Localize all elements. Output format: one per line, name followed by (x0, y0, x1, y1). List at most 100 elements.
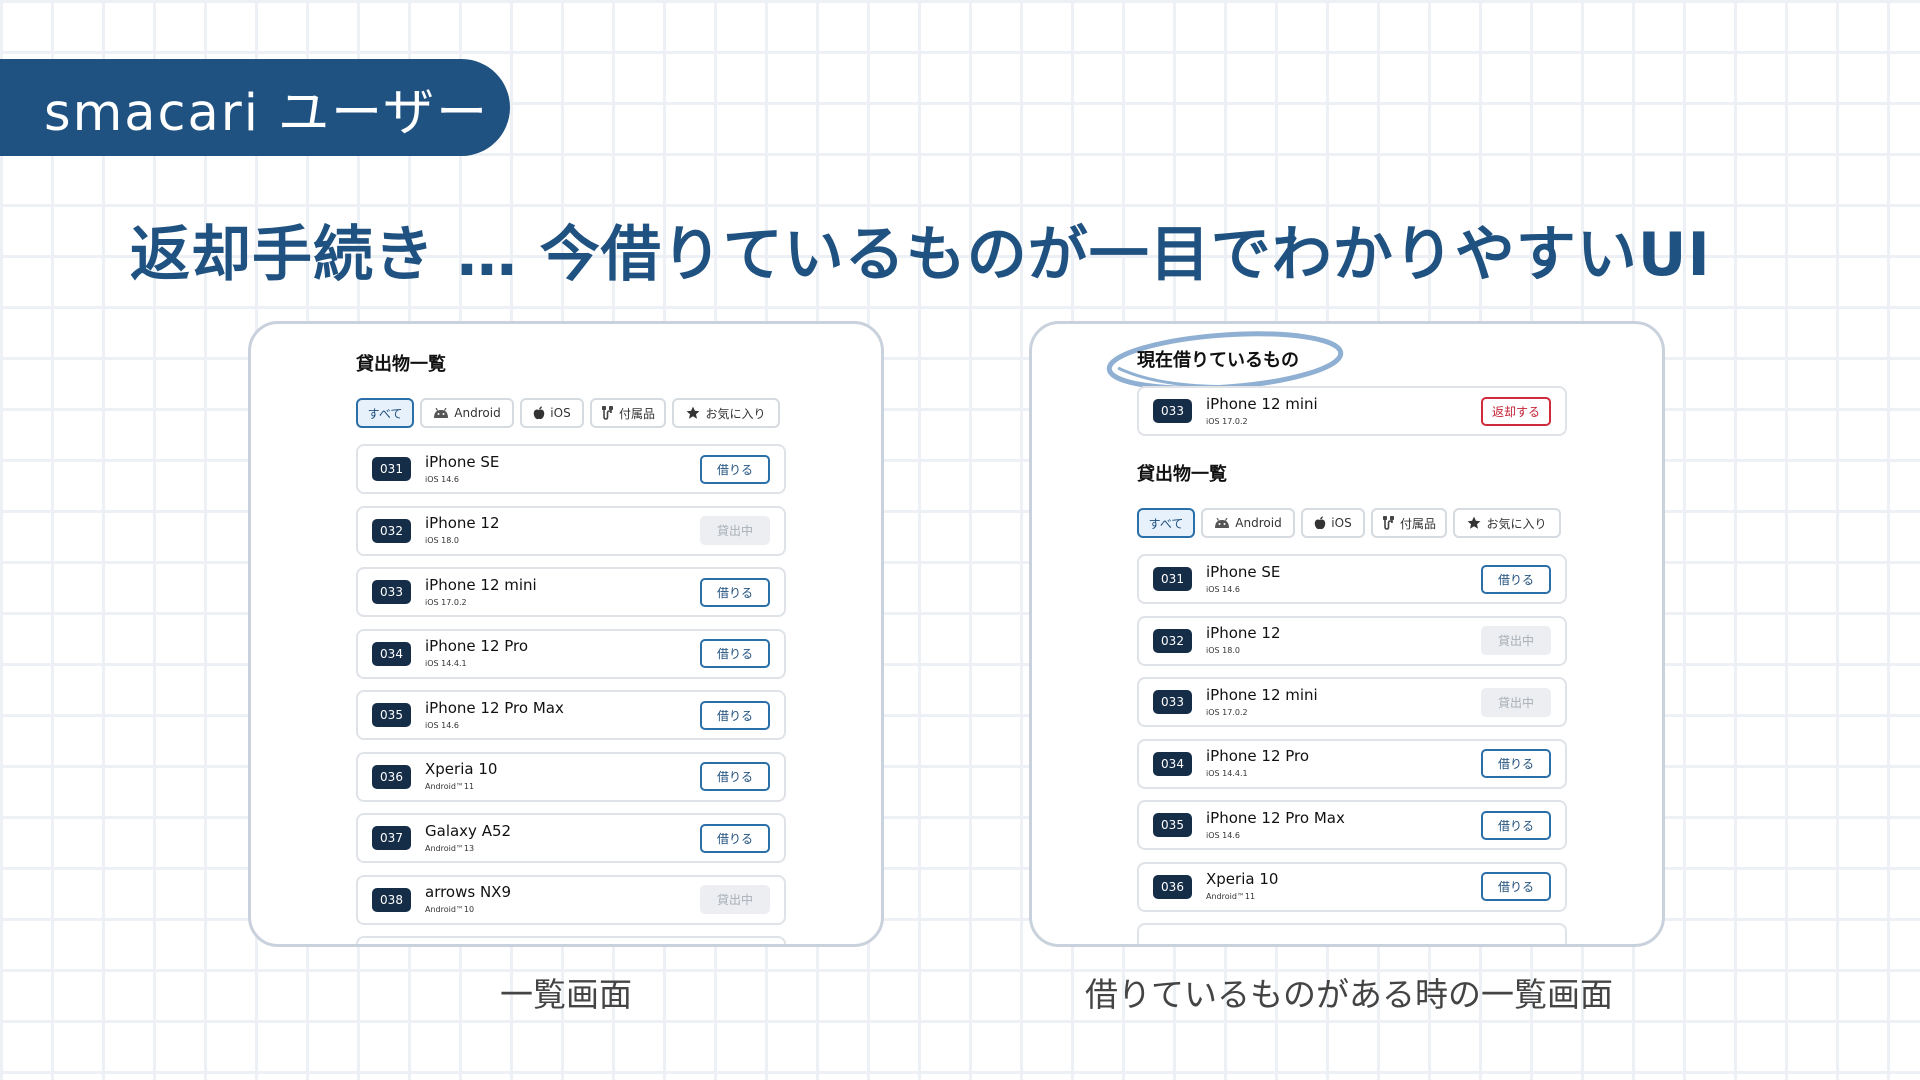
device-os: iOS 14.4.1 (425, 659, 467, 668)
device-name: iPhone SE (1206, 562, 1281, 581)
device-os: iOS 17.0.2 (1206, 707, 1248, 717)
filter-bar: すべて Android iOS 付属品 お気に入り (356, 398, 786, 428)
filter-chip[interactable]: Android (1201, 508, 1295, 538)
device-number-badge: 032 (1153, 628, 1192, 653)
filter-chip[interactable]: 付属品 (1371, 508, 1447, 538)
device-os: Android™10 (425, 905, 475, 914)
device-name: iPhone 12 Pro Max (425, 698, 564, 717)
slide-headline: 返却手続き … 今借りているものが一目でわかりやすいUI (130, 220, 1711, 290)
filter-chip-label: すべて (1148, 516, 1184, 531)
device-os: iOS 14.6 (425, 720, 459, 730)
device-info: iPhone 12 iOS 18.0 (1206, 624, 1481, 657)
borrow-button[interactable]: 借りる (700, 762, 770, 791)
device-info: iPhone 12 mini iOS 17.0.2 (425, 576, 700, 609)
filter-chip[interactable]: iOS (520, 398, 584, 428)
device-info: iPhone SE iOS 14.6 (1206, 563, 1481, 596)
borrowing-screen-mockup: 現在借りているもの 033 iPhone 12 mini iOS 17.0.2 返却す… (1029, 321, 1665, 947)
on-loan-badge: 貸出中 (1481, 687, 1551, 717)
borrowing-screen: 現在借りているもの 033 iPhone 12 mini iOS 17.0.2 返却す… (1137, 348, 1567, 944)
filter-chip[interactable]: iOS (1301, 508, 1365, 538)
device-row: 036 Xperia 10 Android™11 借りる (1137, 861, 1567, 912)
device-row: 033 iPhone 12 mini iOS 17.0.2 返却する (1137, 386, 1567, 436)
borrow-button[interactable]: 借りる (700, 577, 770, 607)
device-row: 038 arrows NX9 Android™10 貸出中 (356, 874, 786, 925)
borrow-button[interactable]: 借りる (700, 454, 770, 484)
apple-icon (533, 406, 545, 420)
list-screen-mockup: 貸出物一覧 すべて Android iOS 付属品 お気に入り 031 iPhone SE… (248, 321, 884, 947)
return-button[interactable]: 返却する (1481, 396, 1551, 426)
device-name: iPhone 12 (1206, 624, 1281, 642)
borrow-button[interactable]: 借りる (700, 639, 770, 668)
borrow-button[interactable]: 借りる (1481, 810, 1551, 840)
device-name: iPhone 12 mini (1206, 685, 1318, 704)
device-info: Xperia 10 Android™11 (425, 760, 700, 793)
device-name: iPhone 12 mini (1206, 394, 1318, 413)
filter-chip-label: Android (1235, 516, 1282, 530)
on-loan-badge: 貸出中 (700, 516, 770, 545)
device-info: Galaxy A52 Android™13 (425, 822, 700, 855)
device-row: 034 iPhone 12 Pro iOS 14.4.1 借りる (356, 628, 786, 679)
cable-icon (1382, 516, 1395, 530)
device-row: 033 iPhone 12 mini iOS 17.0.2 借りる (356, 567, 786, 617)
filter-chip[interactable]: お気に入り (672, 398, 780, 428)
device-name: iPhone 12 (425, 514, 500, 532)
current-list: 033 iPhone 12 mini iOS 17.0.2 返却する (1137, 386, 1567, 436)
borrow-button[interactable]: 借りる (700, 700, 770, 730)
device-os: Android™13 (425, 843, 475, 853)
on-loan-badge: 貸出中 (700, 885, 770, 914)
device-os: iOS 14.6 (425, 474, 459, 484)
borrow-button[interactable]: 借りる (700, 823, 770, 853)
star-icon (1467, 516, 1481, 530)
device-row: 032 iPhone 12 iOS 18.0 貸出中 (356, 505, 786, 556)
device-name: Xperia 10 (1206, 870, 1279, 888)
device-number-badge: 033 (1153, 399, 1192, 423)
device-os: iOS 14.6 (1206, 584, 1240, 594)
device-name: Xperia 10 (425, 760, 498, 778)
filter-chip-label: 付属品 (1399, 516, 1436, 531)
device-number-badge: 035 (1153, 813, 1192, 837)
device-row: 036 Xperia 10 Android™11 借りる (356, 751, 786, 802)
filter-chip[interactable]: お気に入り (1453, 508, 1561, 538)
borrow-button[interactable]: 借りる (1481, 872, 1551, 901)
filter-chip-label: iOS (550, 406, 571, 420)
filter-chip[interactable]: 付属品 (590, 398, 666, 428)
device-number-badge: 032 (372, 518, 411, 543)
filter-chip[interactable]: すべて (1137, 508, 1195, 538)
device-name: iPhone 12 Pro (425, 637, 529, 655)
device-list: 031 iPhone SE iOS 14.6 借りる 032 iPhone 12 iOS 1… (356, 444, 786, 944)
device-os: iOS 18.0 (1206, 646, 1240, 655)
filter-chip-label: すべて (367, 406, 403, 421)
right-caption: 借りているものがある時の一覧画面 (1085, 975, 1613, 1014)
device-info: iPhone 12 Pro iOS 14.4.1 (425, 637, 700, 670)
apple-icon (1314, 516, 1326, 530)
device-row: 031 iPhone SE iOS 14.6 借りる (356, 444, 786, 494)
filter-chip[interactable]: Android (420, 398, 514, 428)
device-row-partial (1137, 923, 1567, 944)
filter-chip-label: iOS (1331, 516, 1352, 530)
filter-chip[interactable]: すべて (356, 398, 414, 428)
device-name: iPhone 12 mini (425, 575, 537, 594)
device-number-badge: 031 (1153, 567, 1192, 591)
device-os: iOS 18.0 (425, 536, 459, 545)
device-os: iOS 17.0.2 (1206, 416, 1248, 426)
device-name: Galaxy A52 (425, 821, 512, 840)
device-number-badge: 038 (372, 887, 411, 912)
filter-bar: すべて Android iOS 付属品 お気に入り (1137, 508, 1567, 538)
device-list: 031 iPhone SE iOS 14.6 借りる 032 iPhone 12 iOS 1… (1137, 554, 1567, 944)
device-number-badge: 033 (1153, 690, 1192, 714)
device-row-partial (356, 936, 786, 944)
device-info: iPhone 12 Pro Max iOS 14.6 (1206, 809, 1481, 842)
on-loan-badge: 貸出中 (1481, 626, 1551, 655)
device-number-badge: 036 (372, 764, 411, 789)
device-number-badge: 036 (1153, 874, 1192, 899)
device-row: 033 iPhone 12 mini iOS 17.0.2 貸出中 (1137, 677, 1567, 727)
user-type-tag: smacari ユーザー (0, 59, 510, 156)
device-row: 032 iPhone 12 iOS 18.0 貸出中 (1137, 615, 1567, 666)
borrow-button[interactable]: 借りる (1481, 564, 1551, 594)
device-name: iPhone SE (425, 452, 500, 471)
borrow-button[interactable]: 借りる (1481, 749, 1551, 778)
filter-chip-label: お気に入り (705, 406, 766, 421)
device-row: 034 iPhone 12 Pro iOS 14.4.1 借りる (1137, 738, 1567, 789)
filter-chip-label: お気に入り (1486, 516, 1547, 531)
device-number-badge: 034 (372, 641, 411, 666)
